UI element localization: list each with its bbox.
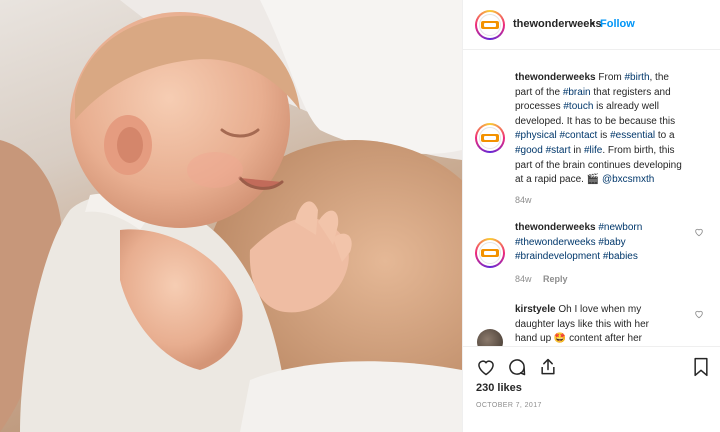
header-separator: • xyxy=(591,18,595,30)
like-comment-heart-icon[interactable] xyxy=(694,227,704,237)
hashtag-link[interactable]: #birth xyxy=(624,72,649,83)
text-line: developed. It has to be because this xyxy=(515,115,715,130)
bookmark-icon[interactable] xyxy=(692,357,710,377)
text-line: #thewonderweeks #baby xyxy=(515,236,695,251)
hashtag-link[interactable]: #start xyxy=(546,145,571,156)
kirstyele-avatar[interactable] xyxy=(477,329,503,346)
text-line: processes #touch is already well xyxy=(515,100,715,115)
text-line: part of the #brain that registers and xyxy=(515,86,715,101)
text-run: is already well xyxy=(593,101,659,113)
reply-button[interactable]: Reply xyxy=(543,274,568,284)
text-line: hand up 🤩 content after her xyxy=(515,332,695,346)
text-line: #physical #contact is #essential to a xyxy=(515,129,715,144)
comment-text: thewonderweeks #newborn #thewonderweeks #… xyxy=(515,221,695,265)
hashtag-link[interactable]: #thewonderweeks xyxy=(515,237,596,248)
text-run: , the xyxy=(649,72,669,83)
hashtag-link[interactable]: #touch xyxy=(563,101,593,112)
text-line: daughter lays like this with her xyxy=(515,318,695,333)
text-run: developed. It has to be because this xyxy=(515,115,676,127)
post-photo[interactable] xyxy=(0,0,462,432)
text-run: . From birth, this xyxy=(602,144,675,156)
caption-text: thewonderweeks From #birth, the part of t… xyxy=(515,71,715,188)
comment-username[interactable]: kirstyele xyxy=(515,304,556,315)
text-run: Oh I love when my xyxy=(558,304,642,315)
comment-username[interactable]: thewonderweeks xyxy=(515,72,596,83)
hashtag-link[interactable]: #contact xyxy=(559,130,597,141)
text-run: part of the brain continues developing xyxy=(515,159,682,171)
post-side-panel: thewonderweeks • Follow thewonderweeks F… xyxy=(462,0,720,432)
wonderweeks-logo-icon xyxy=(481,134,499,142)
share-icon[interactable] xyxy=(538,357,558,377)
mention-link[interactable]: @bxcsmxth xyxy=(602,174,654,185)
profile-avatar[interactable] xyxy=(475,10,505,40)
text-run: processes xyxy=(515,101,564,113)
text-run: in xyxy=(570,144,584,156)
like-comment-heart-icon[interactable] xyxy=(694,309,704,319)
hashtag-link[interactable]: #baby xyxy=(598,237,625,248)
text-line: at a rapid pace. 🎬 @bxcsmxth xyxy=(515,173,715,188)
caption-avatar[interactable] xyxy=(475,123,505,153)
post-date: OCTOBER 7, 2017 xyxy=(476,402,542,409)
hashtag-link[interactable]: #essential xyxy=(610,130,655,141)
hashtag-link[interactable]: #physical xyxy=(515,130,557,141)
comment-text: kirstyele Oh I love when my daughter lays… xyxy=(515,303,695,346)
post-header: thewonderweeks • Follow xyxy=(463,0,720,50)
post-username[interactable]: thewonderweeks xyxy=(513,18,602,30)
follow-button[interactable]: Follow xyxy=(600,18,635,30)
wonderweeks-logo-icon xyxy=(481,249,499,257)
hashtag-link[interactable]: #life xyxy=(584,145,602,156)
text-line: #braindevelopment #babies xyxy=(515,250,695,265)
caption-time: 84w xyxy=(515,195,532,205)
wonderweeks-logo-icon xyxy=(481,21,499,29)
text-line: part of the brain continues developing xyxy=(515,159,715,174)
text-run: hand up 🤩 content after her xyxy=(515,333,642,345)
text-run: to a xyxy=(655,130,675,142)
comment-time: 84w xyxy=(515,274,532,284)
text-run: part of the xyxy=(515,86,563,98)
text-run: at a rapid pace. 🎬 xyxy=(515,174,602,186)
comment-icon[interactable] xyxy=(507,357,527,377)
text-line: #good #start in #life. From birth, this xyxy=(515,144,715,159)
comments-list[interactable]: thewonderweeks From #birth, the part of t… xyxy=(463,51,720,346)
comment-username[interactable]: thewonderweeks xyxy=(515,222,596,233)
text-run: daughter lays like this with her xyxy=(515,318,649,330)
hashtag-link[interactable]: #brain xyxy=(563,87,591,98)
text-run: From xyxy=(598,72,625,83)
hashtag-link[interactable]: #good xyxy=(515,145,543,156)
hashtag-link[interactable]: #newborn xyxy=(598,222,642,233)
text-line: kirstyele Oh I love when my xyxy=(515,303,695,318)
hashtag-link[interactable]: #braindevelopment xyxy=(515,251,600,262)
text-line: thewonderweeks #newborn xyxy=(515,221,695,236)
text-line: thewonderweeks From #birth, the xyxy=(515,71,715,86)
text-run: is xyxy=(597,130,611,142)
hashtag-link[interactable]: #babies xyxy=(603,251,638,262)
baby-photo-illustration xyxy=(0,0,462,432)
text-run: that registers and xyxy=(590,86,671,98)
likes-count[interactable]: 230 likes xyxy=(476,382,522,394)
comment-avatar[interactable] xyxy=(475,238,505,268)
heart-icon[interactable] xyxy=(476,357,496,377)
